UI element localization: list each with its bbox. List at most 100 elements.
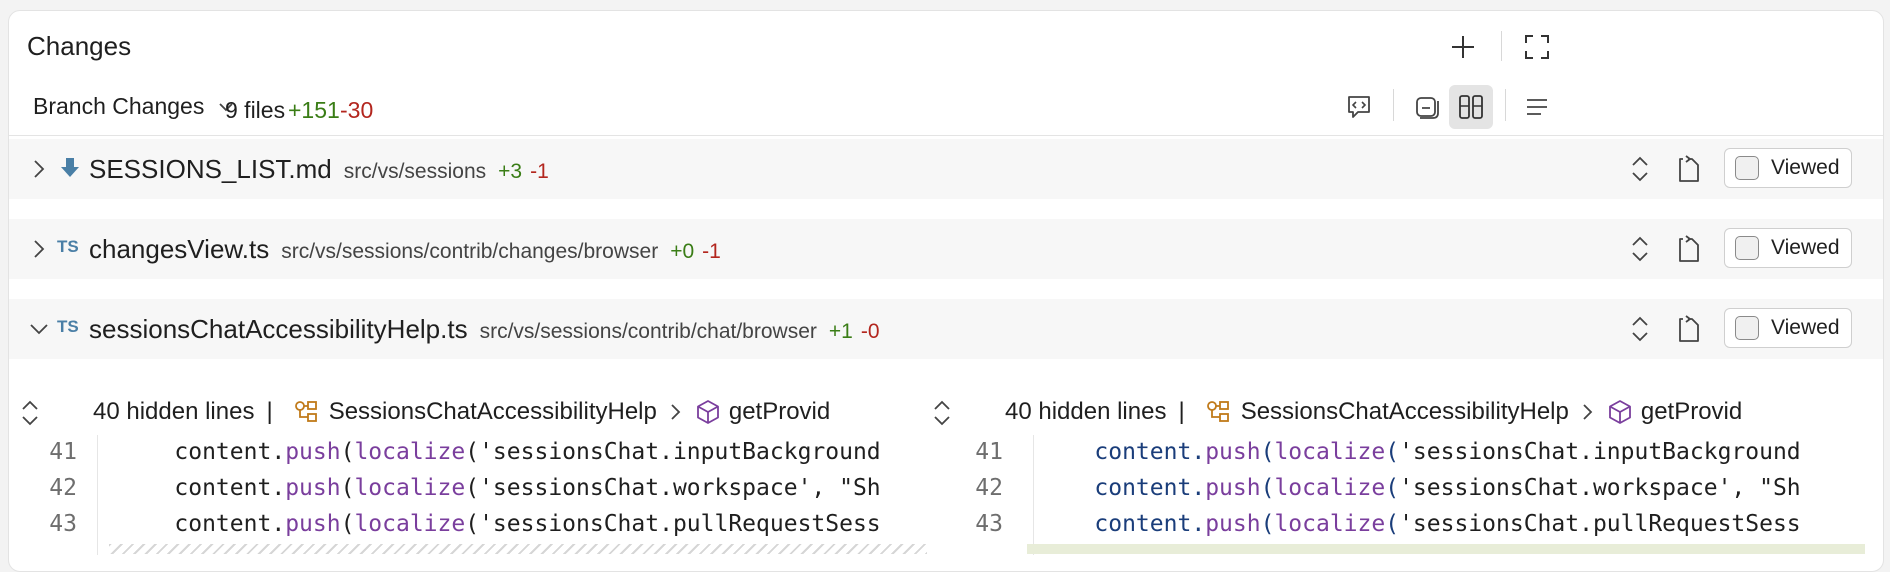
total-deletions: -30 bbox=[340, 97, 374, 123]
hidden-lines-bar-right[interactable]: 40 hidden lines | SessionsChatAccessibil… bbox=[927, 389, 1865, 433]
method-symbol-icon bbox=[1607, 399, 1633, 425]
line-number: 43 bbox=[49, 511, 77, 537]
file-name-text: changesView.ts bbox=[89, 234, 270, 264]
chevron-right-icon bbox=[1581, 401, 1595, 423]
viewed-checkbox[interactable]: Viewed bbox=[1724, 228, 1852, 268]
code-review-button[interactable] bbox=[1339, 87, 1379, 127]
added-line-highlight bbox=[1027, 544, 1865, 554]
hidden-lines-count: 40 hidden lines bbox=[1005, 398, 1167, 425]
typescript-icon: TS bbox=[57, 317, 79, 336]
chevron-right-icon bbox=[669, 401, 683, 423]
checkbox-box[interactable] bbox=[1735, 236, 1759, 260]
open-file-icon[interactable] bbox=[1674, 233, 1704, 265]
code-text: content.push(localize('sessionsChat.pull… bbox=[174, 511, 881, 537]
add-button[interactable] bbox=[1445, 29, 1481, 65]
chevron-right-icon[interactable] bbox=[25, 155, 53, 183]
file-additions: +3 bbox=[498, 160, 523, 183]
total-additions: +151 bbox=[288, 97, 340, 123]
expand-hidden-lines-icon[interactable] bbox=[15, 397, 45, 429]
header-separator bbox=[1501, 31, 1502, 61]
file-path: src/vs/sessions bbox=[343, 160, 487, 183]
split-view-icon bbox=[1459, 95, 1483, 119]
expand-collapse-icon[interactable] bbox=[1626, 153, 1654, 185]
open-file-icon[interactable] bbox=[1674, 153, 1704, 185]
line-number: 41 bbox=[49, 439, 77, 465]
toolbar-separator-2 bbox=[1505, 89, 1506, 121]
toolbar-divider bbox=[9, 135, 1883, 136]
viewed-checkbox[interactable]: Viewed bbox=[1724, 148, 1852, 188]
panel-title: Changes bbox=[27, 31, 132, 61]
breadcrumb-separator: | bbox=[1178, 398, 1185, 425]
lines-icon bbox=[1527, 99, 1547, 115]
maximize-icon bbox=[1525, 35, 1549, 59]
file-row[interactable]: TS changesView.ts src/vs/sessions/contrib… bbox=[9, 219, 1883, 279]
chevron-down-icon[interactable] bbox=[25, 315, 53, 343]
viewed-label: Viewed bbox=[1771, 236, 1840, 259]
inline-diff-icon bbox=[1416, 97, 1439, 119]
class-symbol-icon bbox=[1205, 399, 1233, 425]
hunk-breadcrumb: 40 hidden lines | SessionsChatAccessibil… bbox=[93, 398, 830, 426]
code-text: content.push(localize('sessionsChat.inpu… bbox=[174, 439, 881, 465]
diff-editor-left[interactable]: 41 content.push(localize('sessionsChat.i… bbox=[9, 435, 927, 555]
breadcrumb-separator: | bbox=[266, 398, 273, 425]
viewed-label: Viewed bbox=[1771, 156, 1840, 179]
gutter-border bbox=[97, 435, 98, 555]
hidden-lines-bar-left[interactable]: 40 hidden lines | SessionsChatAccessibil… bbox=[9, 389, 927, 433]
hunk-breadcrumb: 40 hidden lines | SessionsChatAccessibil… bbox=[1005, 398, 1742, 426]
open-file-icon[interactable] bbox=[1674, 313, 1704, 345]
class-name[interactable]: SessionsChatAccessibilityHelp bbox=[1241, 398, 1569, 426]
code-text: content.push(localize('sessionsChat.work… bbox=[1094, 475, 1801, 501]
method-name[interactable]: getProvid bbox=[1641, 398, 1742, 426]
line-number: 42 bbox=[975, 475, 1003, 501]
markdown-download-icon bbox=[61, 158, 79, 177]
file-name-text: SESSIONS_LIST.md bbox=[89, 154, 332, 184]
code-text: content.push(localize('sessionsChat.pull… bbox=[1094, 511, 1801, 537]
file-name: sessionsChatAccessibilityHelp.ts src/vs/s… bbox=[89, 314, 880, 345]
branch-changes-label: Branch Changes bbox=[33, 93, 205, 119]
checkbox-box[interactable] bbox=[1735, 316, 1759, 340]
file-additions: +0 bbox=[670, 240, 695, 263]
line-number: 41 bbox=[975, 439, 1003, 465]
files-count: 9 files bbox=[225, 97, 286, 123]
word-wrap-button[interactable] bbox=[1517, 87, 1557, 127]
method-symbol-icon bbox=[695, 399, 721, 425]
file-additions: +1 bbox=[828, 320, 853, 343]
expand-collapse-icon[interactable] bbox=[1626, 313, 1654, 345]
class-name[interactable]: SessionsChatAccessibilityHelp bbox=[329, 398, 657, 426]
file-deletions: -1 bbox=[530, 160, 549, 183]
branch-changes-dropdown[interactable]: Branch Changes bbox=[33, 93, 234, 120]
toolbar-separator-1 bbox=[1393, 89, 1394, 121]
removed-placeholder-hatch bbox=[109, 544, 927, 554]
hidden-lines-count: 40 hidden lines bbox=[93, 398, 255, 425]
file-path: src/vs/sessions/contrib/chat/browser bbox=[479, 320, 817, 343]
viewed-label: Viewed bbox=[1771, 316, 1840, 339]
line-number: 43 bbox=[975, 511, 1003, 537]
typescript-icon: TS bbox=[57, 237, 79, 256]
inline-view-button[interactable] bbox=[1407, 87, 1447, 127]
class-symbol-icon bbox=[293, 399, 321, 425]
file-path: src/vs/sessions/contrib/changes/browser bbox=[281, 240, 659, 263]
file-deletions: -1 bbox=[702, 240, 721, 263]
plus-icon bbox=[1452, 36, 1474, 58]
comment-code-icon bbox=[1348, 96, 1370, 118]
method-name[interactable]: getProvid bbox=[729, 398, 830, 426]
file-row[interactable]: TS sessionsChatAccessibilityHelp.ts src/v… bbox=[9, 299, 1883, 359]
expand-hidden-lines-icon[interactable] bbox=[927, 397, 957, 429]
chevron-right-icon[interactable] bbox=[25, 235, 53, 263]
checkbox-box[interactable] bbox=[1735, 156, 1759, 180]
panel-header: Changes bbox=[9, 11, 1883, 81]
diff-editor-right[interactable]: 41 content.push(localize('sessionsChat.i… bbox=[927, 435, 1865, 555]
viewed-checkbox[interactable]: Viewed bbox=[1724, 308, 1852, 348]
file-row[interactable]: SESSIONS_LIST.md src/vs/sessions +3 -1 View… bbox=[9, 139, 1883, 199]
file-name: changesView.ts src/vs/sessions/contrib/ch… bbox=[89, 234, 721, 265]
file-deletions: -0 bbox=[860, 320, 880, 343]
code-text: content.push(localize('sessionsChat.inpu… bbox=[1094, 439, 1801, 465]
file-name: SESSIONS_LIST.md src/vs/sessions +3 -1 bbox=[89, 154, 549, 185]
gutter-border bbox=[1033, 435, 1034, 555]
expand-collapse-icon[interactable] bbox=[1626, 233, 1654, 265]
changes-toolbar: Branch Changes 9 files +151 -30 bbox=[9, 85, 1883, 137]
file-name-text: sessionsChatAccessibilityHelp.ts bbox=[89, 314, 468, 344]
maximize-button[interactable] bbox=[1519, 29, 1555, 65]
line-number: 42 bbox=[49, 475, 77, 501]
side-by-side-view-button[interactable] bbox=[1449, 85, 1493, 129]
